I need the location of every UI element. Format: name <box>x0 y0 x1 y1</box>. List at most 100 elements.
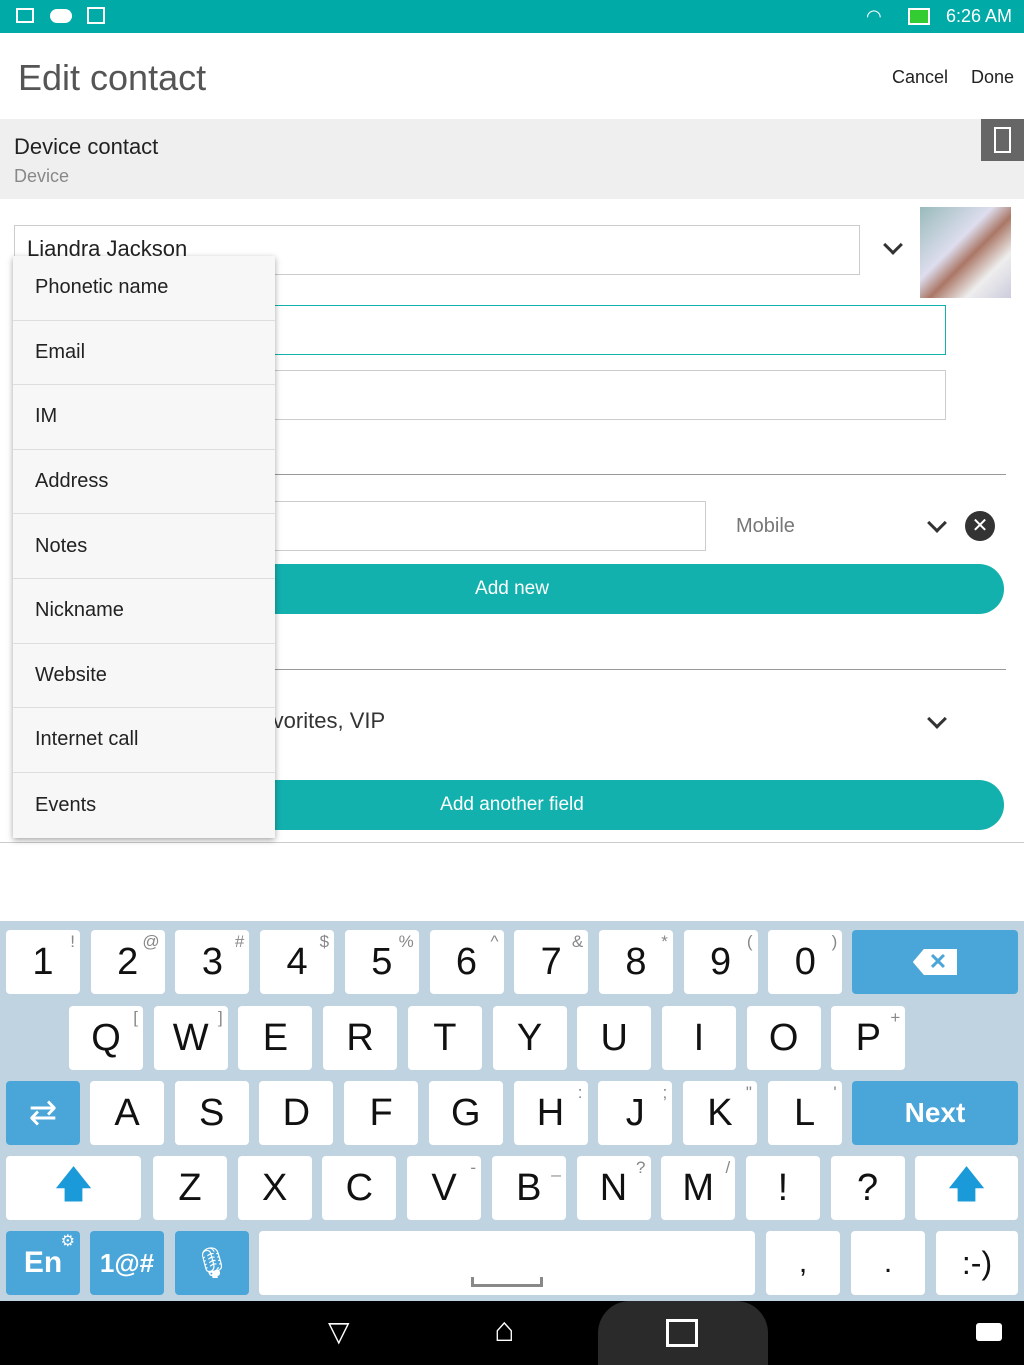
backspace-key[interactable]: ✕ <box>852 930 1018 994</box>
key-![interactable]: ! <box>745 1156 820 1220</box>
shift-right-key[interactable]: 🡅 <box>915 1156 1018 1220</box>
key-label: En <box>23 1246 63 1279</box>
groups-chevron-icon[interactable] <box>927 709 947 729</box>
key-6[interactable]: 6 ^ <box>429 930 504 994</box>
key-Y[interactable]: Y <box>492 1006 567 1070</box>
key-T[interactable]: T <box>407 1006 482 1070</box>
phone-type-select[interactable]: Mobile <box>736 515 795 538</box>
key-C[interactable]: C <box>322 1156 397 1220</box>
key-label: R <box>346 1016 374 1059</box>
key-K[interactable]: K " <box>682 1081 757 1145</box>
key-A[interactable]: A <box>90 1081 164 1145</box>
key-1[interactable]: 1! <box>6 930 80 994</box>
key-7[interactable]: 7 & <box>514 930 589 994</box>
key-R[interactable]: R <box>323 1006 398 1070</box>
key-N[interactable]: N? <box>576 1156 651 1220</box>
next-key[interactable]: Next <box>852 1081 1018 1145</box>
key-label: . <box>883 1246 893 1279</box>
phone-device-icon[interactable] <box>981 119 1024 161</box>
key-secondary-label: ( <box>746 932 753 951</box>
contact-photo[interactable] <box>920 207 1011 298</box>
switch-arrows-icon: ⇄ <box>28 1094 58 1132</box>
key-S[interactable]: S <box>174 1081 249 1145</box>
key-G[interactable]: G <box>428 1081 503 1145</box>
space-key[interactable] <box>259 1231 755 1295</box>
key-O[interactable]: O <box>746 1006 821 1070</box>
home-icon[interactable]: ⌂ <box>494 1311 515 1350</box>
key-B[interactable]: B _ <box>491 1156 566 1220</box>
key-2[interactable]: 2 @ <box>90 930 165 994</box>
key-3[interactable]: 3 # <box>175 930 250 994</box>
key-F[interactable]: F <box>344 1081 419 1145</box>
back-icon[interactable]: ▽ <box>328 1315 350 1348</box>
key-L[interactable]: L ' <box>767 1081 842 1145</box>
key-5[interactable]: 5% <box>344 930 419 994</box>
period-key[interactable]: . <box>851 1231 925 1295</box>
key-8[interactable]: 8 * <box>598 930 673 994</box>
key-secondary-label: : <box>577 1083 583 1102</box>
key-label: ! <box>777 1166 789 1209</box>
menu-item-notes[interactable]: Notes <box>13 514 275 579</box>
key-V[interactable]: V- <box>407 1156 482 1220</box>
menu-item-internet-call[interactable]: Internet call <box>13 708 275 773</box>
key-D[interactable]: D <box>259 1081 334 1145</box>
menu-item-address[interactable]: Address <box>13 450 275 515</box>
app-bar: Edit contact Cancel Done <box>0 33 1024 119</box>
key-secondary-label: & <box>571 932 584 951</box>
key-secondary-label: # <box>234 932 245 951</box>
microphone-key[interactable]: 🎙 <box>175 1231 249 1295</box>
expand-name-chevron-icon[interactable] <box>883 235 903 255</box>
key-secondary-label: + <box>890 1008 901 1027</box>
smiley-key[interactable]: :-) <box>936 1231 1018 1295</box>
key-P[interactable]: P + <box>831 1006 906 1070</box>
key-label: :-) <box>961 1244 993 1281</box>
language-key[interactable]: En ⚙ <box>6 1231 80 1295</box>
key-label: I <box>693 1016 705 1059</box>
key-Q[interactable]: Q[ <box>69 1006 143 1070</box>
key-E[interactable]: E <box>238 1006 313 1070</box>
key-J[interactable]: J; <box>598 1081 673 1145</box>
menu-item-events[interactable]: Events <box>13 773 275 838</box>
key-4[interactable]: 4 $ <box>260 930 335 994</box>
key-label: 0 <box>794 940 816 983</box>
key-M[interactable]: M / <box>661 1156 736 1220</box>
remove-phone-icon[interactable]: ✕ <box>965 511 995 541</box>
key-W[interactable]: W] <box>153 1006 228 1070</box>
menu-item-website[interactable]: Website <box>13 644 275 709</box>
symbols-key[interactable]: 1@# <box>90 1231 164 1295</box>
key-H[interactable]: H: <box>513 1081 588 1145</box>
key-secondary-label: _ <box>551 1158 561 1177</box>
key-X[interactable]: X <box>237 1156 312 1220</box>
shift-left-key[interactable]: 🡅 <box>6 1156 141 1220</box>
key-?[interactable]: ? <box>830 1156 905 1220</box>
menu-item-email[interactable]: Email <box>13 321 275 386</box>
key-Z[interactable]: Z <box>153 1156 227 1220</box>
key-label: Next <box>904 1097 966 1128</box>
menu-item-nickname[interactable]: Nickname <box>13 579 275 644</box>
comma-key[interactable]: , <box>766 1231 840 1295</box>
key-9[interactable]: 9( <box>683 930 758 994</box>
key-I[interactable]: I <box>661 1006 736 1070</box>
clock: 6:26 AM <box>945 6 1012 26</box>
key-U[interactable]: U <box>577 1006 652 1070</box>
menu-item-im[interactable]: IM <box>13 385 275 450</box>
keyboard-switch-icon[interactable] <box>976 1323 1002 1341</box>
recent-apps-icon[interactable] <box>666 1319 698 1347</box>
keyboard: 1! 2 @3 #4 $5% 6 ^ 7 & 8 * 9(0) Q[W] E R T Y U I O P + A S D F G H:… <box>0 921 1024 1301</box>
key-label: Q <box>91 1016 121 1059</box>
status-bar: ◠ 6:26 AM <box>0 0 1024 33</box>
key-label: 2 <box>117 940 139 983</box>
key-0[interactable]: 0) <box>768 930 843 994</box>
key-label: T <box>433 1016 457 1059</box>
key-label: 3 <box>201 940 223 983</box>
key-label: Y <box>516 1016 543 1059</box>
done-button[interactable]: Done <box>971 67 1014 88</box>
navigation-bar: ▽ ⌂ <box>0 1301 1024 1365</box>
switch-layout-key[interactable]: ⇄ <box>6 1081 80 1145</box>
key-label: S <box>199 1091 225 1134</box>
menu-item-phonetic-name[interactable]: Phonetic name <box>13 256 275 321</box>
cancel-button[interactable]: Cancel <box>892 67 948 88</box>
phone-type-chevron-icon[interactable] <box>927 513 947 533</box>
wifi-icon: ◠ <box>866 6 882 26</box>
shift-icon: 🡅 <box>946 1163 987 1206</box>
